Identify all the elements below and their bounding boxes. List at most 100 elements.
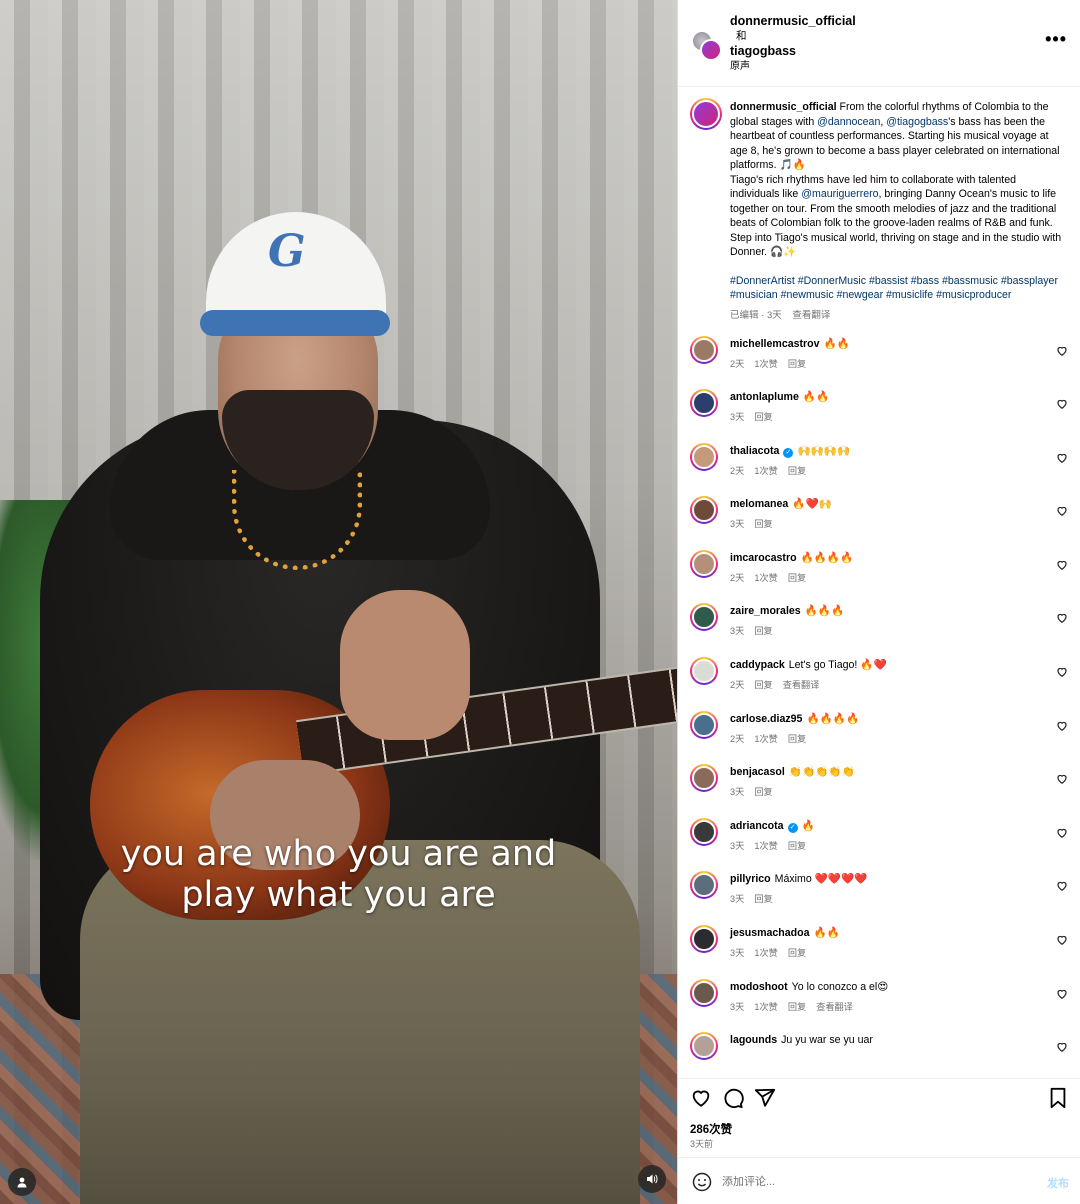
reply-button[interactable]: 回复 xyxy=(788,841,806,851)
avatar[interactable] xyxy=(690,603,718,632)
see-translation-link[interactable]: 查看翻译 xyxy=(816,1002,853,1012)
comment-username[interactable]: zaire_morales xyxy=(730,605,801,617)
comment-like-button[interactable] xyxy=(1056,612,1068,624)
like-button[interactable] xyxy=(690,1087,714,1111)
mention-link[interactable]: @dannocean xyxy=(817,116,880,128)
comment-username[interactable]: michellemcastrov xyxy=(730,338,820,350)
avatar[interactable] xyxy=(690,817,718,846)
comment-time: 2天 xyxy=(730,680,745,691)
avatar[interactable] xyxy=(690,549,718,578)
reply-button[interactable]: 回复 xyxy=(788,466,806,476)
avatar[interactable] xyxy=(690,389,718,418)
avatar[interactable] xyxy=(690,978,718,1007)
comment-username[interactable]: benjacasol xyxy=(730,766,785,778)
comment-like-button[interactable] xyxy=(1056,720,1068,732)
comment-row: lagounds Ju yu war se yu uar xyxy=(678,1029,1080,1078)
avatar[interactable] xyxy=(690,335,718,364)
comment-username[interactable]: adriancota xyxy=(730,820,784,832)
share-button[interactable] xyxy=(754,1087,778,1111)
avatar[interactable] xyxy=(690,764,718,793)
comment-time: 3天 xyxy=(730,787,745,798)
reply-button[interactable]: 回复 xyxy=(754,787,772,797)
avatar[interactable] xyxy=(690,871,718,900)
comment-likes[interactable]: 1次赞 xyxy=(754,359,778,369)
comments-scroll[interactable]: donnermusic_official From the colorful r… xyxy=(678,88,1080,1078)
comment-like-button[interactable] xyxy=(1056,452,1068,464)
caption-username[interactable]: donnermusic_official xyxy=(730,101,837,113)
subtitle-line-1: you are who you are and xyxy=(120,834,557,874)
emoji-button[interactable] xyxy=(692,1172,712,1192)
comment-like-button[interactable] xyxy=(1056,559,1068,571)
comment-like-button[interactable] xyxy=(1056,827,1068,839)
comment-like-button[interactable] xyxy=(1056,345,1068,357)
reply-button[interactable]: 回复 xyxy=(754,894,772,904)
reply-button[interactable]: 回复 xyxy=(754,680,772,690)
comment-likes[interactable]: 1次赞 xyxy=(754,841,778,851)
comment-like-button[interactable] xyxy=(1056,773,1068,785)
comment-username[interactable]: imcarocastro xyxy=(730,552,797,564)
save-button[interactable] xyxy=(1048,1087,1072,1111)
comment-like-button[interactable] xyxy=(1056,1041,1068,1053)
user-tag-icon xyxy=(17,1177,27,1188)
user-tag-button[interactable] xyxy=(8,1168,36,1196)
comment-likes[interactable]: 1次赞 xyxy=(754,466,778,476)
comment-username[interactable]: jesusmachadoa xyxy=(730,927,810,939)
avatar[interactable] xyxy=(690,1032,718,1061)
heart-icon xyxy=(1057,775,1067,785)
video-player[interactable]: G you are who you are and play what you … xyxy=(0,0,677,1204)
avatar[interactable] xyxy=(690,98,722,130)
reply-button[interactable]: 回复 xyxy=(754,626,772,636)
mention-link[interactable]: @tiagogbass xyxy=(886,116,948,128)
comment-username[interactable]: antonlaplume xyxy=(730,391,799,403)
reply-button[interactable]: 回复 xyxy=(788,359,806,369)
heart-icon xyxy=(1057,346,1067,356)
avatar[interactable] xyxy=(690,657,718,686)
avatar[interactable] xyxy=(690,925,718,954)
audio-label[interactable]: 原声 xyxy=(730,59,856,74)
comment-username[interactable]: lagounds xyxy=(730,1034,777,1046)
heart-icon xyxy=(1057,507,1067,517)
avatar[interactable] xyxy=(690,710,718,739)
comment-like-button[interactable] xyxy=(1056,666,1068,678)
comment-likes[interactable]: 1次赞 xyxy=(754,734,778,744)
see-translation-link[interactable]: 查看翻译 xyxy=(783,680,820,690)
comment-username[interactable]: melomanea xyxy=(730,498,788,510)
comment-likes[interactable]: 1次赞 xyxy=(754,948,778,958)
comment-username[interactable]: pillyrico xyxy=(730,873,771,885)
post-comment-button[interactable]: 发布 xyxy=(1047,1175,1069,1191)
heart-icon xyxy=(1057,721,1067,731)
comment-button[interactable] xyxy=(722,1087,746,1111)
comment-username[interactable]: carlose.diaz95 xyxy=(730,713,802,725)
comment-username[interactable]: caddypack xyxy=(730,659,785,671)
like-count[interactable]: 286次赞 xyxy=(690,1121,732,1137)
reply-button[interactable]: 回复 xyxy=(788,1002,806,1012)
comment-likes[interactable]: 1次赞 xyxy=(754,1002,778,1012)
comment-likes[interactable]: 1次赞 xyxy=(754,573,778,583)
comment-like-button[interactable] xyxy=(1056,934,1068,946)
comment-text: Let's go Tiago! 🔥❤️ xyxy=(788,659,887,672)
comment-like-button[interactable] xyxy=(1056,988,1068,1000)
collaborator-username[interactable]: tiagogbass xyxy=(730,44,856,59)
hashtags[interactable]: #DonnerArtist #DonnerMusic #bassist #bas… xyxy=(730,274,1067,303)
reply-button[interactable]: 回复 xyxy=(788,573,806,583)
comment-username[interactable]: thaliacota xyxy=(730,445,779,457)
comment-input[interactable] xyxy=(722,1170,1022,1194)
volume-button[interactable] xyxy=(638,1165,666,1193)
more-button[interactable]: ••• xyxy=(1045,30,1067,48)
reply-button[interactable]: 回复 xyxy=(754,412,772,422)
avatar[interactable] xyxy=(690,496,718,525)
mention-link[interactable]: @mauriguerrero xyxy=(801,188,878,200)
comment-like-button[interactable] xyxy=(1056,505,1068,517)
comment-like-button[interactable] xyxy=(1056,880,1068,892)
reply-button[interactable]: 回复 xyxy=(788,948,806,958)
comment-like-button[interactable] xyxy=(1056,398,1068,410)
comment-username[interactable]: modoshoot xyxy=(730,981,788,993)
reply-button[interactable]: 回复 xyxy=(754,519,772,529)
see-translation-link[interactable]: 查看翻译 xyxy=(792,310,830,321)
collab-avatars[interactable] xyxy=(691,30,722,61)
avatar[interactable] xyxy=(690,442,718,471)
reply-button[interactable]: 回复 xyxy=(788,734,806,744)
comment-row: modoshoot Yo lo conozco a el😍 3天 1次赞 回复 查看翻译 xyxy=(678,976,1080,1030)
author-username[interactable]: donnermusic_official xyxy=(730,14,856,29)
comment-time: 3天 xyxy=(730,412,745,423)
